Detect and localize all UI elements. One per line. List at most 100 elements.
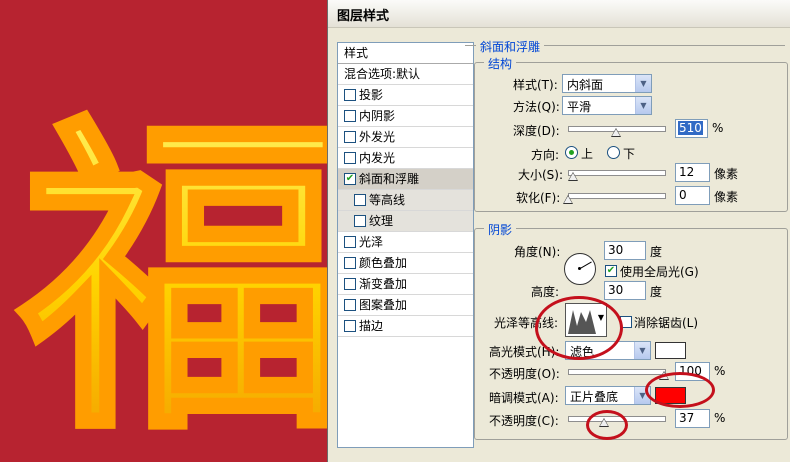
style-item[interactable]: 内阴影 xyxy=(338,106,473,127)
style-value: 内斜面 xyxy=(567,78,604,92)
style-item-label: 等高线 xyxy=(369,193,406,207)
structure-title: 结构 xyxy=(484,55,517,72)
style-item[interactable]: 等高线 xyxy=(338,190,473,211)
annotation-circle-contour xyxy=(535,296,623,360)
style-checkbox[interactable] xyxy=(344,235,356,248)
antialias-label: 消除锯齿(L) xyxy=(634,316,699,330)
style-checkbox[interactable] xyxy=(354,214,366,227)
shadow-opacity-label: 不透明度(C): xyxy=(489,414,559,428)
global-light-checkbox[interactable]: ✔ xyxy=(605,265,617,277)
direction-up-label: 上 xyxy=(581,147,594,161)
style-item[interactable]: 外发光 xyxy=(338,127,473,148)
angle-dial[interactable] xyxy=(564,253,596,285)
shadow-opacity-input[interactable]: 37 xyxy=(675,409,710,428)
style-item[interactable]: 纹理 xyxy=(338,211,473,232)
style-item-label: 光泽 xyxy=(359,235,384,249)
highlight-opacity-unit: % xyxy=(714,364,726,378)
angle-unit: 度 xyxy=(650,245,663,259)
styles-header[interactable]: 样式 xyxy=(338,43,473,64)
style-label: 样式(T): xyxy=(513,78,558,92)
style-item[interactable]: 光泽 xyxy=(338,232,473,253)
style-checkbox[interactable] xyxy=(344,109,356,122)
style-dropdown[interactable]: 内斜面 ▼ xyxy=(562,74,652,93)
soften-input[interactable]: 0 xyxy=(675,186,710,205)
shadow-mode-value: 正片叠底 xyxy=(570,390,619,404)
size-unit: 像素 xyxy=(714,167,739,181)
shadow-opacity-value: 37 xyxy=(679,411,695,425)
shading-title: 阴影 xyxy=(484,221,517,238)
shadow-mode-dropdown[interactable]: 正片叠底 ▼ xyxy=(565,386,651,405)
styles-list: 样式 混合选项:默认 投影 内阴影 外发光 内发光 ✔ 斜面和浮雕 等高线 纹理 光泽 颜色叠加渐… xyxy=(337,42,474,448)
altitude-input[interactable]: 30 xyxy=(604,281,646,300)
angle-label: 角度(N): xyxy=(514,245,561,259)
fu-character-artwork: 福 xyxy=(12,82,328,462)
technique-value: 平滑 xyxy=(567,100,592,114)
size-value: 12 xyxy=(679,165,695,179)
size-slider-thumb[interactable] xyxy=(567,172,578,181)
depth-value: 510 xyxy=(678,121,703,135)
soften-value: 0 xyxy=(679,188,687,202)
style-item[interactable]: ✔ 斜面和浮雕 xyxy=(338,169,473,190)
bevel-section-title: 斜面和浮雕 xyxy=(476,38,545,55)
highlight-opacity-slider[interactable] xyxy=(568,369,666,375)
chevron-down-icon: ▼ xyxy=(635,75,651,92)
highlight-opacity-label: 不透明度(O): xyxy=(489,367,560,381)
direction-up-radio[interactable] xyxy=(565,146,578,159)
annotation-circle-opacity-thumb xyxy=(586,410,628,440)
dialog-titlebar[interactable]: 图层样式 xyxy=(328,0,790,28)
angle-value: 30 xyxy=(608,243,624,257)
style-item[interactable]: 描边 xyxy=(338,316,473,337)
depth-unit: % xyxy=(712,121,724,135)
document-canvas: 福 xyxy=(0,0,328,462)
depth-label: 深度(D): xyxy=(513,124,560,138)
style-checkbox[interactable] xyxy=(344,298,356,311)
direction-down-label: 下 xyxy=(623,147,636,161)
style-item-label: 内发光 xyxy=(359,151,396,165)
style-checkbox[interactable] xyxy=(344,151,356,164)
style-item-label: 图案叠加 xyxy=(359,298,408,312)
style-item[interactable]: 渐变叠加 xyxy=(338,274,473,295)
depth-input[interactable]: 510 xyxy=(675,119,708,138)
soften-label: 软化(F): xyxy=(516,191,561,205)
style-checkbox[interactable] xyxy=(354,193,366,206)
direction-label: 方向: xyxy=(531,148,560,162)
direction-down-radio[interactable] xyxy=(607,146,620,159)
style-checkbox[interactable] xyxy=(344,256,356,269)
layer-style-dialog: 图层样式 样式 混合选项:默认 投影 内阴影 外发光 内发光 ✔ 斜面和浮雕 等高线 纹理 光泽… xyxy=(327,0,790,462)
chevron-down-icon: ▼ xyxy=(634,342,650,359)
style-item[interactable]: 内发光 xyxy=(338,148,473,169)
technique-dropdown[interactable]: 平滑 ▼ xyxy=(562,96,652,115)
style-item[interactable]: 投影 xyxy=(338,85,473,106)
style-item[interactable]: 图案叠加 xyxy=(338,295,473,316)
soften-slider[interactable] xyxy=(568,193,666,199)
style-item-label: 斜面和浮雕 xyxy=(359,172,420,186)
angle-input[interactable]: 30 xyxy=(604,241,646,260)
soften-unit: 像素 xyxy=(714,190,739,204)
style-checkbox[interactable] xyxy=(344,88,356,101)
soften-slider-thumb[interactable] xyxy=(563,195,573,204)
style-item-label: 渐变叠加 xyxy=(359,277,408,291)
style-checkbox[interactable] xyxy=(344,277,356,290)
size-slider[interactable] xyxy=(568,170,666,176)
shadow-opacity-unit: % xyxy=(714,411,726,425)
global-light-label: 使用全局光(G) xyxy=(620,265,699,279)
style-item-label: 外发光 xyxy=(359,130,396,144)
style-item-label: 纹理 xyxy=(369,214,394,228)
blending-options[interactable]: 混合选项:默认 xyxy=(338,64,473,85)
style-item[interactable]: 颜色叠加 xyxy=(338,253,473,274)
size-input[interactable]: 12 xyxy=(675,163,710,182)
style-checkbox[interactable]: ✔ xyxy=(344,172,356,185)
style-item-label: 描边 xyxy=(359,319,384,333)
depth-slider-thumb[interactable] xyxy=(611,128,621,137)
altitude-unit: 度 xyxy=(650,285,663,299)
fu-glyph: 福 xyxy=(15,85,328,462)
dialog-title: 图层样式 xyxy=(337,9,390,24)
style-checkbox[interactable] xyxy=(344,130,356,143)
highlight-color-swatch[interactable] xyxy=(655,342,686,359)
style-checkbox[interactable] xyxy=(344,319,356,332)
annotation-circle-shadow-color xyxy=(645,372,715,408)
size-label: 大小(S): xyxy=(518,168,564,182)
altitude-label: 高度: xyxy=(531,285,560,299)
technique-label: 方法(Q): xyxy=(513,100,560,114)
altitude-value: 30 xyxy=(608,283,624,297)
